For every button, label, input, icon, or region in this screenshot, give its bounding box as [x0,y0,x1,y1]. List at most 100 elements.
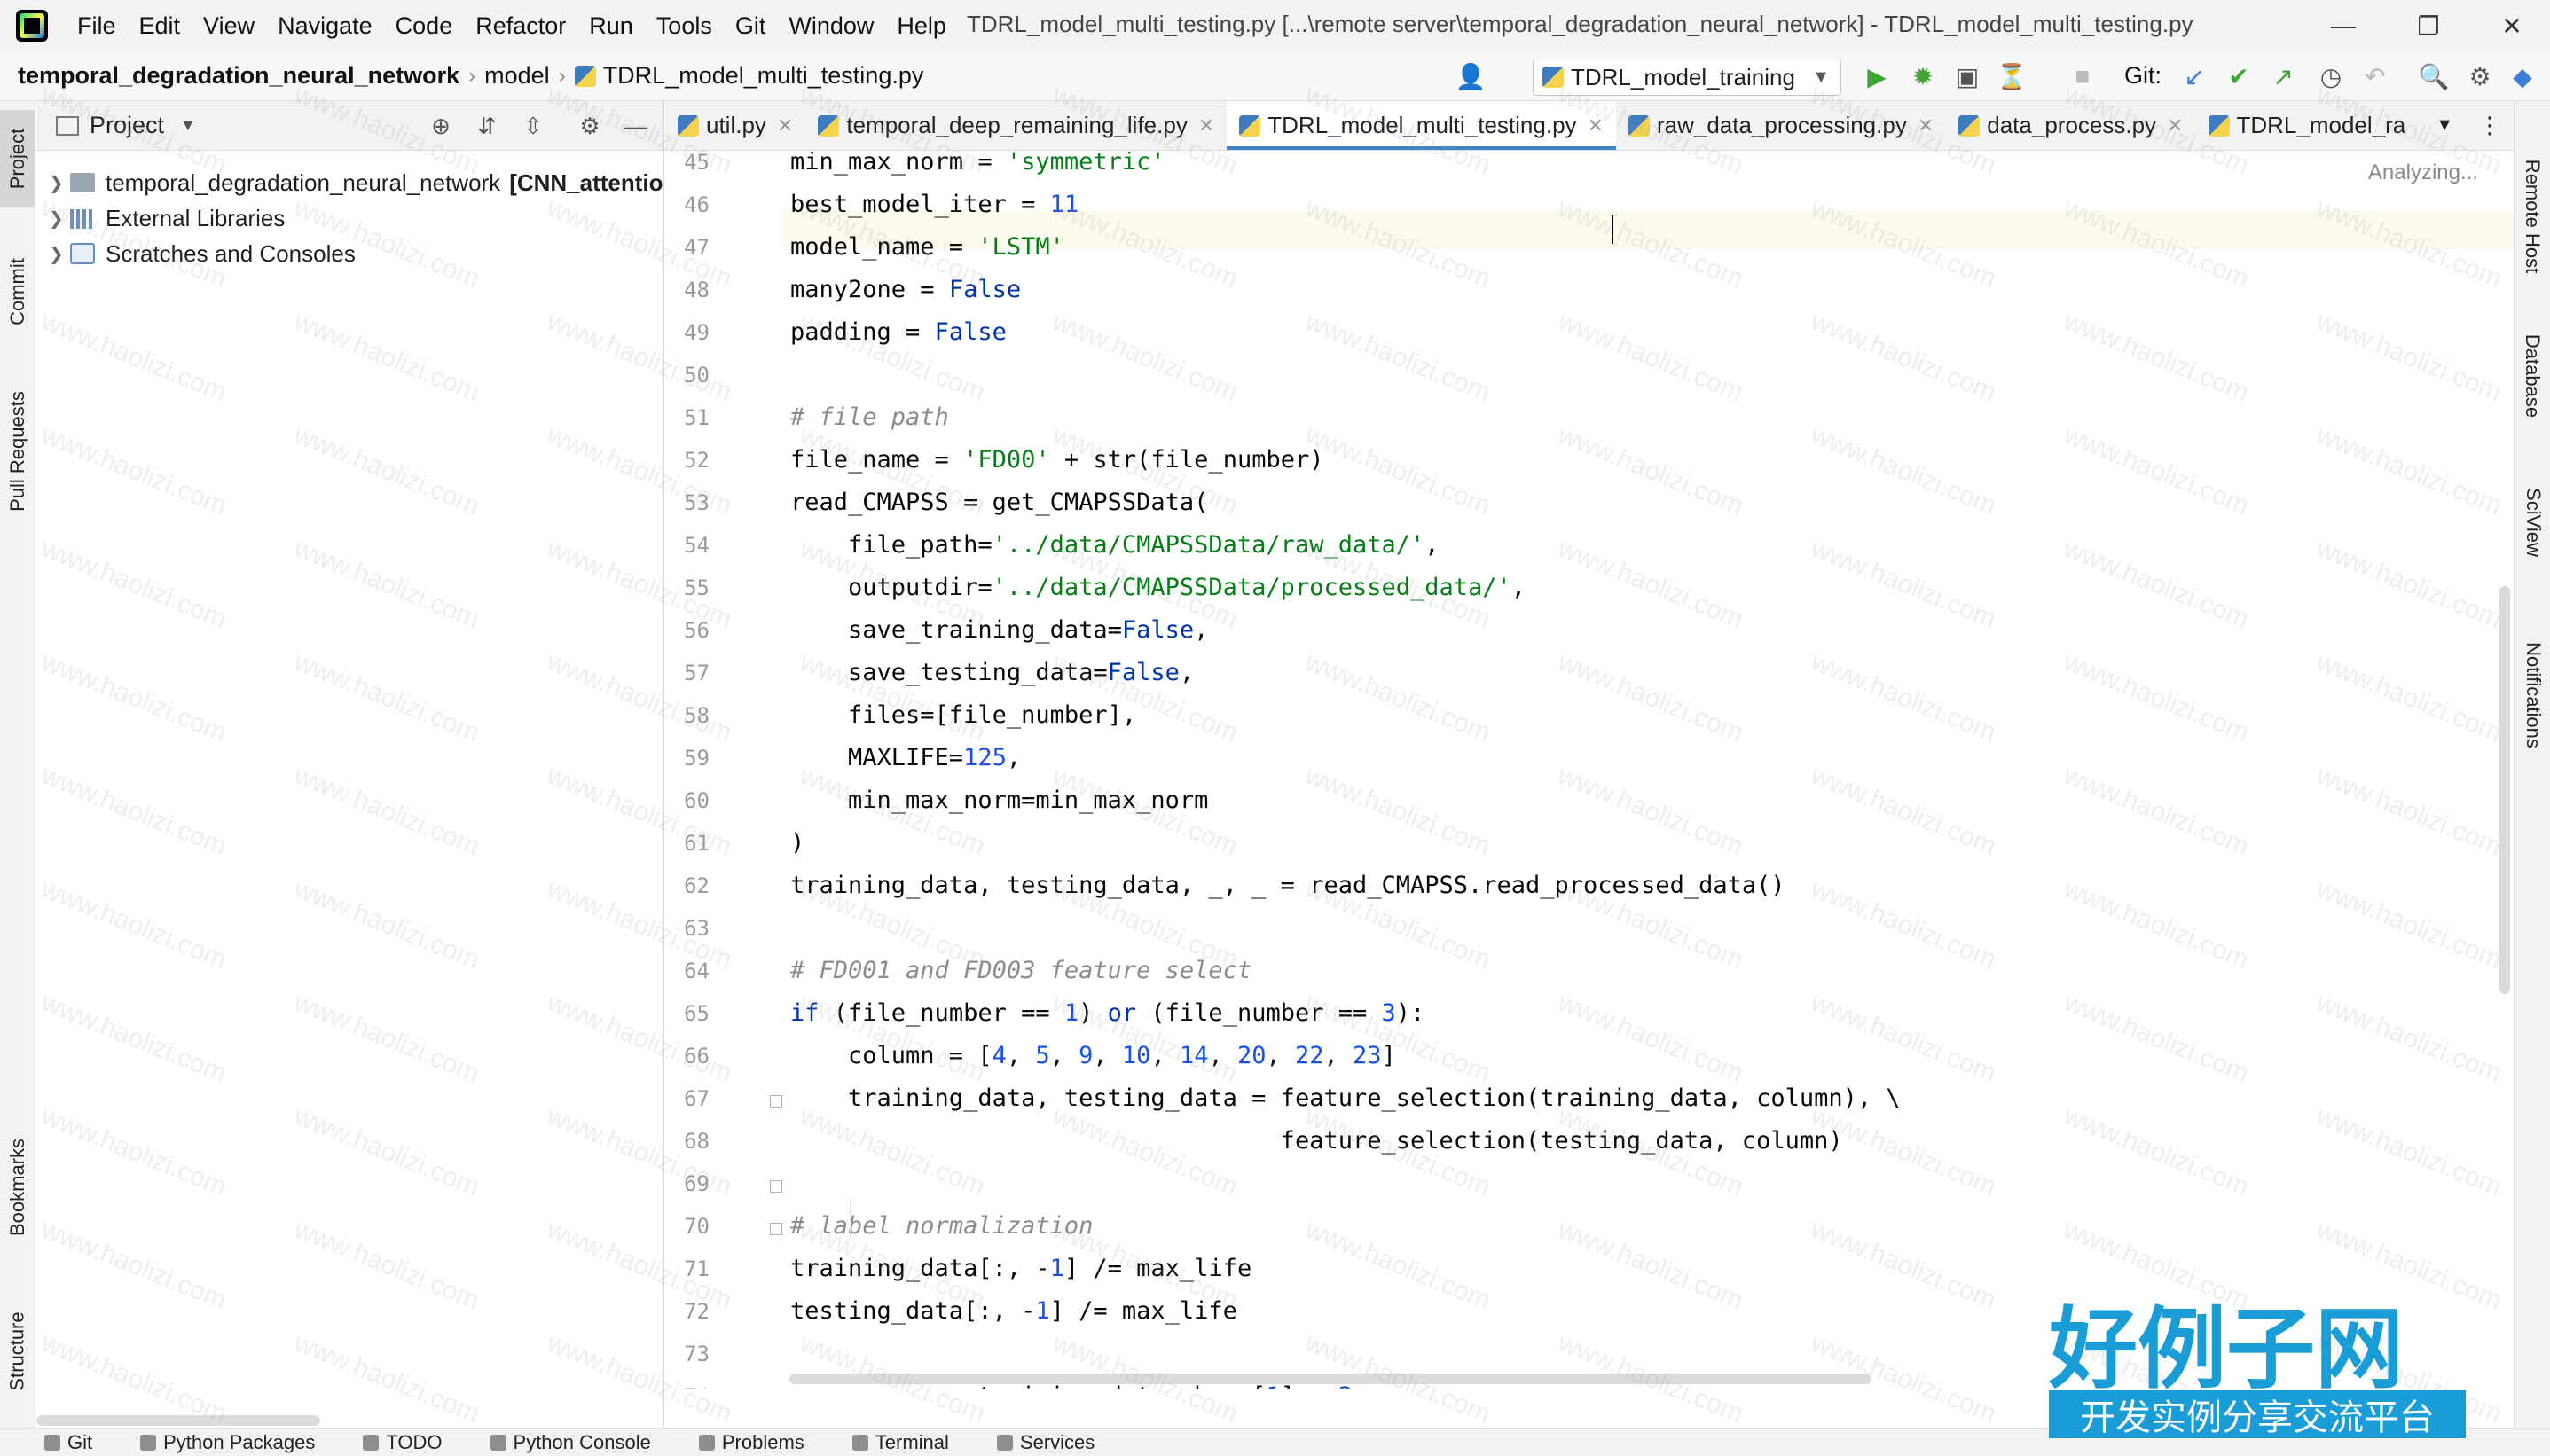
bottom-tab-terminal[interactable]: Terminal [851,1431,949,1454]
tool-tab-remote-host[interactable]: Remote Host [2515,128,2550,305]
git-commit-icon[interactable]: ✔ [2223,60,2255,92]
tool-tab-database[interactable]: Database [2515,314,2550,438]
menu-refactor[interactable]: Refactor [464,12,577,40]
code-line[interactable]: padding = False [790,313,1007,352]
menu-window[interactable]: Window [777,12,885,40]
menu-file[interactable]: File [66,12,128,40]
tool-tab-commit[interactable]: Commit [0,243,35,341]
code-line[interactable]: save_training_data=False, [790,611,1208,650]
tab-tdrl-model-multi-testing[interactable]: TDRL_model_multi_testing.py ✕ [1227,101,1616,150]
more-options-button[interactable]: ⋮ [2466,101,2514,150]
close-icon[interactable]: ✕ [1918,114,1934,137]
bottom-tab-problems[interactable]: Problems [698,1431,804,1454]
bottom-tab-todo[interactable]: TODO [363,1431,443,1454]
horizontal-scrollbar-thumb[interactable] [789,1374,1871,1384]
tab-tdrl-model-ra[interactable]: TDRL_model_ra [2196,101,2419,150]
tool-tab-pull-requests[interactable]: Pull Requests [0,376,35,527]
code-line[interactable]: # label normalization [790,1207,1093,1246]
chevron-right-icon[interactable]: ❯ [49,172,70,194]
code-line[interactable]: training_data[:, -1] /= max_life [790,1249,1251,1288]
tool-tab-bookmarks[interactable]: Bookmarks [0,1121,35,1254]
user-icon[interactable]: 👤 [1455,60,1487,92]
menu-help[interactable]: Help [885,12,958,40]
tab-raw-data-processing[interactable]: raw_data_processing.py ✕ [1616,101,1946,150]
run-configuration-select[interactable]: TDRL_model_training ▼ [1533,59,1841,96]
menu-git[interactable]: Git [724,12,778,40]
code-line[interactable]: # file path [790,398,949,437]
code-editor[interactable]: Analyzing... 45 46 47 48 49 50 51 52 53 … [665,152,2514,1389]
tab-util[interactable]: util.py ✕ [665,101,805,150]
tab-data-process[interactable]: data_process.py ✕ [1946,101,2195,150]
code-line[interactable]: min_max_norm = 'symmetric' [790,152,1165,182]
search-icon[interactable]: 🔍 [2418,60,2450,92]
history-icon[interactable]: ◷ [2315,60,2347,92]
locate-icon[interactable]: ⊕ [425,110,457,142]
project-panel-title[interactable]: Project [90,112,164,139]
code-line[interactable]: min_max_norm=min_max_norm [790,781,1208,820]
fold-marker-icon[interactable] [770,1180,782,1193]
profile-icon[interactable]: ⏳ [1996,60,2028,92]
bottom-tab-git[interactable]: Git [44,1431,92,1454]
code-line[interactable]: model_name = 'LSTM' [790,228,1064,267]
menu-code[interactable]: Code [384,12,465,40]
code-line[interactable]: outputdir='../data/CMAPSSData/processed_… [790,568,1526,607]
vertical-scrollbar-thumb[interactable] [2499,586,2510,994]
close-window-button[interactable]: ✕ [2475,0,2549,51]
gear-icon[interactable]: ⚙ [2464,60,2496,92]
bottom-tab-python-packages[interactable]: Python Packages [140,1431,315,1454]
close-icon[interactable]: ✕ [1588,114,1604,137]
code-line[interactable]: training_data, testing_data = feature_se… [790,1079,1901,1118]
bottom-tab-services[interactable]: Services [996,1431,1095,1454]
minimize-button[interactable]: — [2306,0,2381,51]
tool-tab-structure[interactable]: Structure [0,1289,35,1413]
chevron-right-icon[interactable]: ❯ [49,207,70,230]
code-line[interactable]: column = [4, 5, 9, 10, 14, 20, 22, 23] [790,1037,1396,1076]
code-line[interactable]: MAXLIFE=125, [790,739,1021,778]
restore-button[interactable]: ❐ [2391,0,2466,51]
chevron-down-icon[interactable]: ▼ [180,116,196,135]
code-line[interactable]: files=[file_number], [790,696,1136,735]
code-line[interactable]: feature_selection(testing_data, column) [790,1122,1843,1161]
code-line[interactable]: file_name = 'FD00' + str(file_number) [790,441,1323,480]
tab-list-dropdown[interactable]: ▼ [2423,101,2466,150]
code-line[interactable]: best_model_iter = 11 [790,185,1079,224]
code-line[interactable]: many2one = False [790,270,1021,309]
tree-item-project-root[interactable]: ❯ temporal_degradation_neural_network [C… [36,165,663,200]
tool-tab-sciview[interactable]: SciView [2515,465,2550,580]
menu-edit[interactable]: Edit [128,12,192,40]
gear-icon[interactable]: ⚙ [574,110,606,142]
debug-icon[interactable]: ✹ [1907,60,1939,92]
project-horizontal-scrollbar[interactable] [36,1415,320,1426]
breadcrumb-project[interactable]: temporal_degradation_neural_network [18,62,459,90]
code-line[interactable]: if (file_number == 1) or (file_number ==… [790,994,1424,1033]
tool-tab-project[interactable]: Project [0,110,35,207]
tree-item-external-libraries[interactable]: ❯ External Libraries [36,200,285,236]
code-line[interactable]: ) [790,824,804,863]
code-line[interactable]: file_path='../data/CMAPSSData/raw_data/'… [790,526,1440,565]
close-icon[interactable]: ✕ [777,114,793,137]
close-icon[interactable]: ✕ [1198,114,1214,137]
menu-run[interactable]: Run [577,12,645,40]
chevron-right-icon[interactable]: ❯ [49,243,70,265]
code-line[interactable]: testing_data[:, -1] /= max_life [790,1292,1237,1331]
collapse-all-icon[interactable]: ⇳ [517,110,549,142]
coverage-icon[interactable]: ▣ [1951,60,1983,92]
fold-marker-icon[interactable] [770,1095,782,1108]
breadcrumb-file[interactable]: TDRL_model_multi_testing.py [603,62,924,90]
code-line[interactable]: read_CMAPSS = get_CMAPSSData( [790,483,1208,522]
code-line[interactable]: save_testing_data=False, [790,654,1194,693]
tab-temporal-deep-remaining-life[interactable]: temporal_deep_remaining_life.py ✕ [805,101,1227,150]
tool-tab-notifications[interactable]: Notifications [2515,607,2550,784]
hide-panel-icon[interactable]: — [620,110,652,142]
menu-tools[interactable]: Tools [645,12,724,40]
git-push-icon[interactable]: ↗ [2267,60,2299,92]
git-update-icon[interactable]: ↙ [2178,60,2210,92]
menu-navigate[interactable]: Navigate [266,12,384,40]
code-line[interactable]: # FD001 and FD003 feature select [790,951,1251,990]
tree-item-scratches[interactable]: ❯ Scratches and Consoles [36,236,356,271]
expand-all-icon[interactable]: ⇵ [471,110,503,142]
stop-icon[interactable]: ■ [2067,60,2099,92]
menu-view[interactable]: View [192,12,266,40]
breadcrumb-folder[interactable]: model [484,62,550,90]
vertical-scrollbar[interactable] [2496,152,2514,1389]
